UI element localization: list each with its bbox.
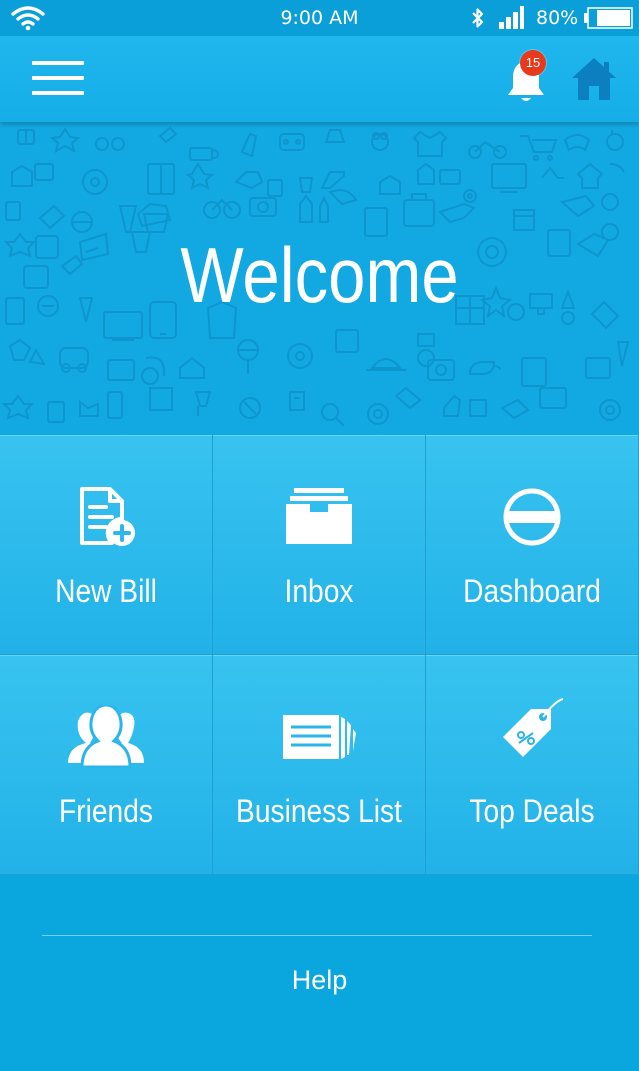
tile-friends[interactable]: Friends	[0, 655, 213, 875]
menu-button[interactable]	[30, 59, 86, 97]
tile-new-bill[interactable]: New Bill	[0, 435, 213, 655]
business-list-icon	[283, 715, 356, 759]
top-deals-icon	[503, 698, 564, 757]
app-bar: 15	[0, 36, 639, 122]
signal-icon	[498, 6, 524, 35]
battery-percent: 80%	[536, 7, 579, 29]
status-bar: 9:00 AM 80%	[0, 0, 639, 36]
app-screen: 9:00 AM 80% 15 Welcome New Bill Inbox Da…	[0, 0, 639, 1071]
tile-new-bill-label: New Bill	[55, 573, 157, 609]
friends-icon	[68, 705, 144, 769]
battery-icon	[583, 7, 633, 34]
welcome-title: Welcome	[180, 231, 459, 319]
footer: Help	[0, 875, 639, 1071]
bluetooth-icon	[469, 6, 487, 35]
new-bill-icon	[80, 487, 135, 546]
inbox-icon	[286, 488, 352, 544]
welcome-banner: Welcome	[0, 122, 639, 435]
tile-inbox[interactable]: Inbox	[213, 435, 426, 655]
menu-grid: New Bill Inbox Dashboard Friends Busines…	[0, 435, 639, 875]
notification-badge: 15	[520, 50, 546, 76]
tile-business-list-label: Business List	[236, 793, 402, 829]
tile-business-list[interactable]: Business List	[213, 655, 426, 875]
notifications-button[interactable]: 15	[504, 50, 554, 106]
home-button[interactable]	[570, 56, 618, 102]
footer-divider	[42, 935, 592, 936]
help-link[interactable]: Help	[0, 965, 639, 996]
tile-dashboard-label: Dashboard	[463, 573, 601, 609]
tile-friends-label: Friends	[59, 793, 153, 829]
dashboard-icon	[503, 488, 561, 546]
tile-top-deals[interactable]: Top Deals	[426, 655, 639, 875]
tile-dashboard[interactable]: Dashboard	[426, 435, 639, 655]
home-icon	[572, 58, 616, 100]
menu-icon	[32, 61, 84, 65]
tile-top-deals-label: Top Deals	[469, 793, 595, 829]
tile-inbox-label: Inbox	[284, 573, 354, 609]
